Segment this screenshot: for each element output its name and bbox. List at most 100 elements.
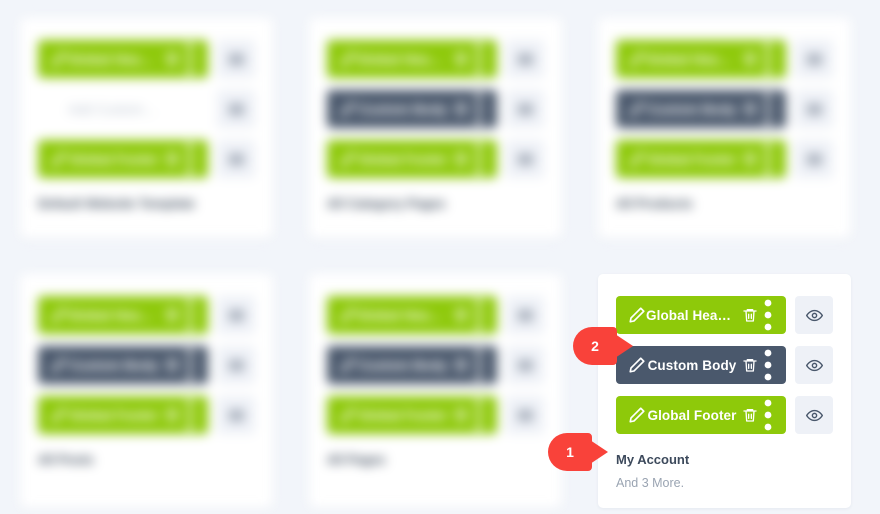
pencil-icon[interactable] — [628, 100, 646, 118]
pencil-icon[interactable] — [50, 306, 68, 324]
template-row: Global Footer — [616, 396, 833, 434]
template-bar[interactable]: Global Footer — [327, 396, 497, 434]
more-options-icon[interactable] — [184, 291, 196, 339]
more-options-icon[interactable] — [184, 35, 196, 83]
template-bar[interactable]: Add Custom Body — [38, 90, 208, 128]
toggle-visibility-button[interactable] — [795, 346, 833, 384]
more-options-icon[interactable] — [184, 135, 196, 183]
trash-icon[interactable] — [742, 307, 758, 323]
toggle-visibility-button[interactable] — [217, 40, 255, 78]
toggle-visibility-button[interactable] — [506, 140, 544, 178]
more-options-icon[interactable] — [762, 391, 774, 439]
toggle-visibility-button[interactable] — [506, 90, 544, 128]
pencil-icon[interactable] — [628, 406, 646, 424]
template-card[interactable]: Global Header Custom Body Global Footer All… — [598, 18, 851, 238]
template-bar[interactable]: Custom Body — [38, 346, 208, 384]
template-row: Global Header — [38, 40, 255, 78]
template-card[interactable]: Global Header Add Custom Body Global Foote… — [20, 18, 273, 238]
more-options-icon[interactable] — [184, 391, 196, 439]
toggle-visibility-button[interactable] — [795, 140, 833, 178]
more-options-icon[interactable] — [762, 85, 774, 133]
pencil-icon[interactable] — [628, 356, 646, 374]
trash-icon[interactable] — [453, 407, 469, 423]
trash-icon[interactable] — [453, 51, 469, 67]
toggle-visibility-button[interactable] — [217, 90, 255, 128]
toggle-visibility-button[interactable] — [217, 140, 255, 178]
more-options-icon[interactable] — [473, 341, 485, 389]
trash-icon[interactable] — [164, 51, 180, 67]
toggle-visibility-button[interactable] — [217, 346, 255, 384]
template-card[interactable]: Global Header Custom Body Global Footer All… — [309, 274, 562, 508]
toggle-visibility-button[interactable] — [506, 396, 544, 434]
template-bar[interactable]: Global Footer — [616, 396, 786, 434]
pencil-icon[interactable] — [50, 100, 68, 118]
more-options-icon[interactable] — [762, 341, 774, 389]
pencil-icon[interactable] — [339, 50, 357, 68]
template-bar[interactable]: Global Footer — [38, 140, 208, 178]
trash-icon[interactable] — [742, 357, 758, 373]
template-bar[interactable]: Custom Body — [327, 90, 497, 128]
toggle-visibility-button[interactable] — [217, 296, 255, 334]
template-bar[interactable]: Global Header — [38, 296, 208, 334]
pencil-icon[interactable] — [339, 150, 357, 168]
template-bar[interactable]: Global Header — [616, 40, 786, 78]
pencil-icon[interactable] — [50, 150, 68, 168]
pencil-icon[interactable] — [628, 150, 646, 168]
pencil-icon[interactable] — [628, 50, 646, 68]
template-bar-label: Global Header — [357, 51, 449, 67]
template-bar[interactable]: Global Footer — [327, 140, 497, 178]
more-options-icon[interactable] — [473, 391, 485, 439]
pencil-icon[interactable] — [339, 406, 357, 424]
toggle-visibility-button[interactable] — [795, 40, 833, 78]
template-bar[interactable]: Custom Body — [616, 90, 786, 128]
toggle-visibility-button[interactable] — [506, 296, 544, 334]
toggle-visibility-button[interactable] — [506, 40, 544, 78]
trash-icon[interactable] — [164, 101, 180, 117]
template-bar[interactable]: Global Footer — [616, 140, 786, 178]
more-options-icon[interactable] — [473, 291, 485, 339]
pencil-icon[interactable] — [339, 100, 357, 118]
more-options-icon[interactable] — [184, 85, 196, 133]
trash-icon[interactable] — [164, 307, 180, 323]
more-options-icon[interactable] — [473, 35, 485, 83]
more-options-icon[interactable] — [762, 135, 774, 183]
template-bar[interactable]: Custom Body — [327, 346, 497, 384]
template-bar[interactable]: Global Header — [38, 40, 208, 78]
trash-icon[interactable] — [164, 357, 180, 373]
more-options-icon[interactable] — [473, 135, 485, 183]
template-bar[interactable]: Global Header — [327, 40, 497, 78]
pencil-icon[interactable] — [50, 50, 68, 68]
template-bar[interactable]: Global Header — [616, 296, 786, 334]
trash-icon[interactable] — [742, 51, 758, 67]
more-options-icon[interactable] — [762, 35, 774, 83]
toggle-visibility-button[interactable] — [795, 396, 833, 434]
template-bar[interactable]: Global Header — [327, 296, 497, 334]
trash-icon[interactable] — [742, 407, 758, 423]
trash-icon[interactable] — [742, 151, 758, 167]
template-card[interactable]: Global Header Custom Body Global Footer All… — [309, 18, 562, 238]
pencil-icon[interactable] — [339, 306, 357, 324]
template-card[interactable]: Global Header Custom Body Global Footer All… — [20, 274, 273, 508]
pencil-icon[interactable] — [50, 356, 68, 374]
pencil-icon[interactable] — [50, 406, 68, 424]
trash-icon[interactable] — [453, 307, 469, 323]
pencil-icon[interactable] — [339, 356, 357, 374]
trash-icon[interactable] — [164, 407, 180, 423]
toggle-visibility-button[interactable] — [217, 396, 255, 434]
trash-icon[interactable] — [453, 357, 469, 373]
toggle-visibility-button[interactable] — [506, 346, 544, 384]
toggle-visibility-button[interactable] — [795, 296, 833, 334]
trash-icon[interactable] — [164, 151, 180, 167]
trash-icon[interactable] — [453, 101, 469, 117]
trash-icon[interactable] — [453, 151, 469, 167]
more-options-icon[interactable] — [762, 291, 774, 339]
trash-icon[interactable] — [742, 101, 758, 117]
template-card[interactable]: Global Header Custom Body Global Footer My … — [598, 274, 851, 508]
more-options-icon[interactable] — [473, 85, 485, 133]
toggle-visibility-button[interactable] — [795, 90, 833, 128]
template-bar[interactable]: Custom Body — [616, 346, 786, 384]
more-options-icon[interactable] — [184, 341, 196, 389]
template-row: Global Header — [327, 40, 544, 78]
template-bar[interactable]: Global Footer — [38, 396, 208, 434]
pencil-icon[interactable] — [628, 306, 646, 324]
